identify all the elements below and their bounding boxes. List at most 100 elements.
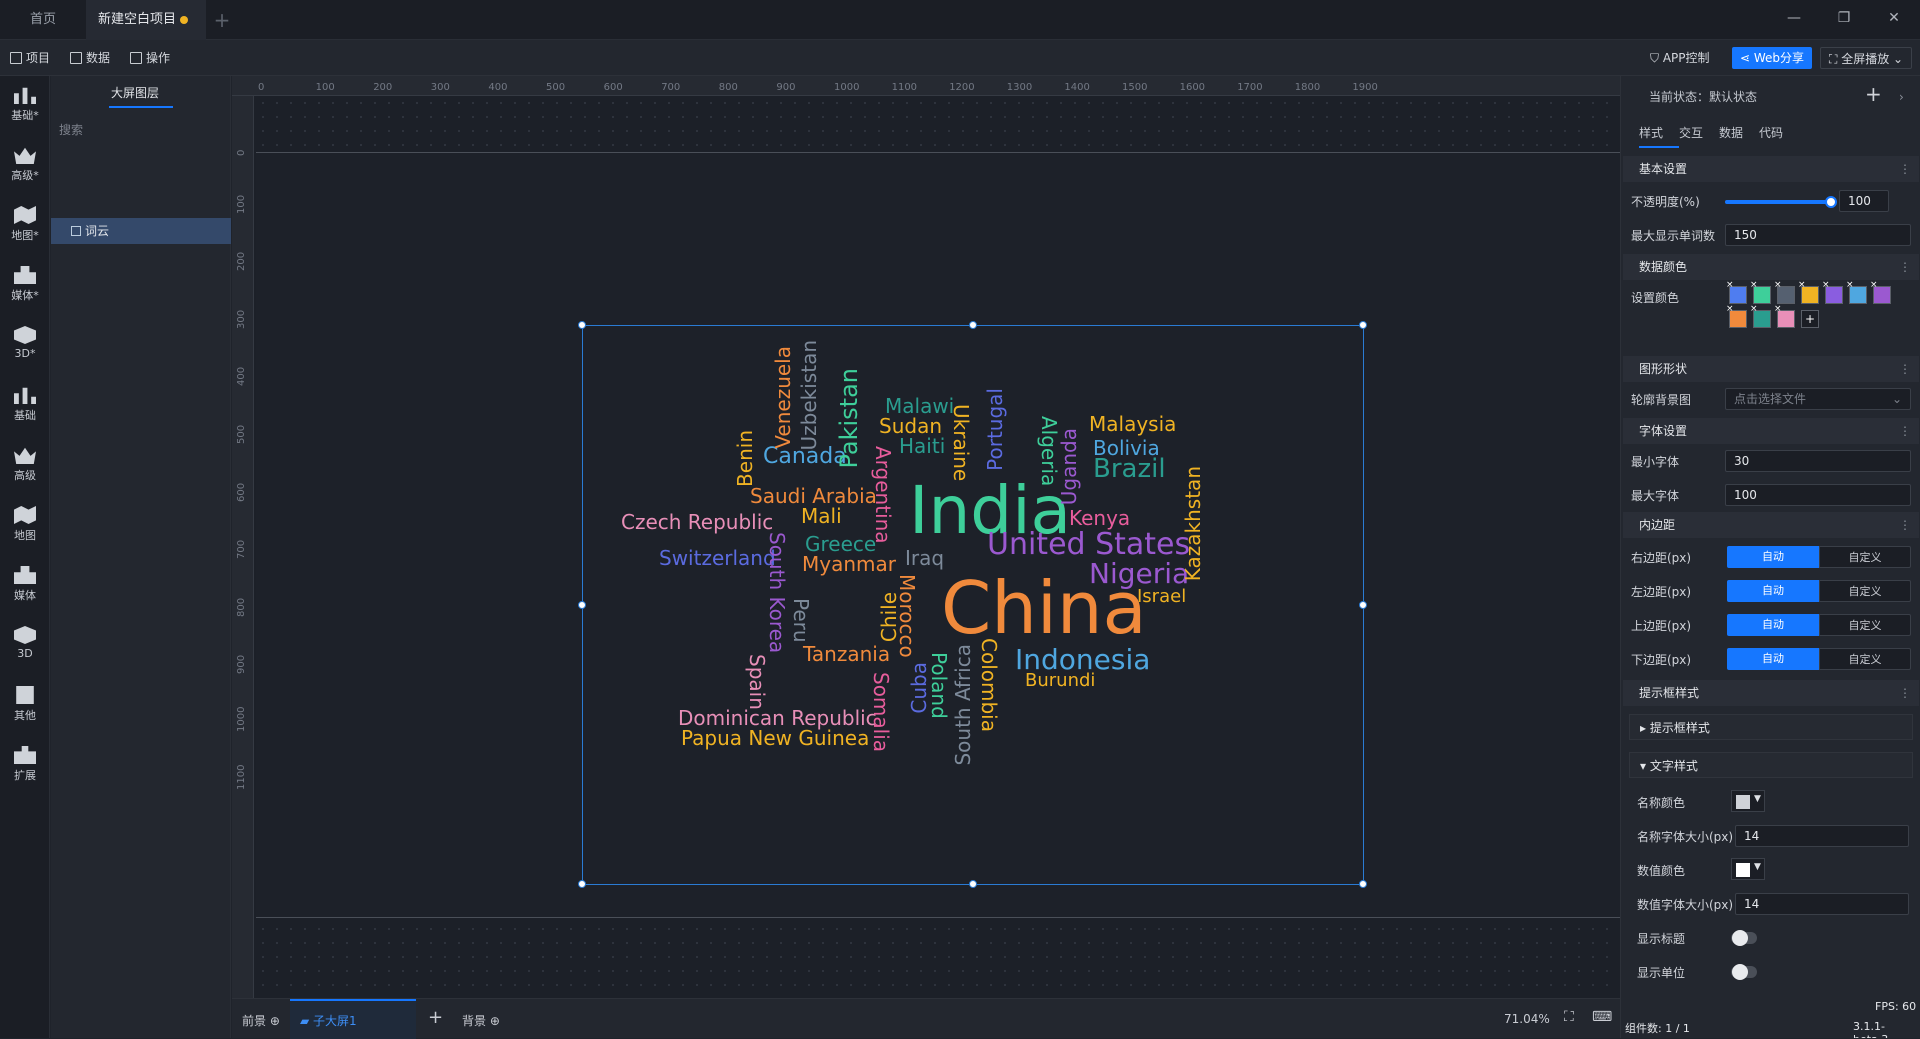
opacity-slider-thumb[interactable] (1825, 196, 1837, 208)
tab-style[interactable]: 样式 (1639, 124, 1663, 141)
foreground-tab[interactable]: 前景 ⊕ (242, 1012, 280, 1029)
operate-menu[interactable]: 操作 (130, 49, 170, 67)
add-sub-screen-icon[interactable]: + (428, 1007, 443, 1028)
subsection-text-style[interactable]: ▾ 文字样式 (1629, 752, 1913, 778)
remove-color-icon[interactable]: × (1774, 280, 1782, 290)
add-circle-icon[interactable]: ⊕ (490, 1014, 500, 1028)
padding-custom-button[interactable]: 自定义 (1819, 648, 1911, 670)
show-title-toggle[interactable] (1731, 930, 1757, 946)
web-share-button[interactable]: ⋖ Web分享 (1732, 47, 1813, 69)
app-control-button[interactable]: ⛉ APP控制 (1642, 47, 1718, 69)
color-swatch[interactable]: × (1774, 280, 1795, 304)
rail-item-map[interactable]: 地图 (0, 500, 50, 556)
color-swatch[interactable]: × (1798, 280, 1819, 304)
rail-item-advanced-star[interactable]: 高级* (0, 140, 50, 196)
fullscreen-play-button[interactable]: ⛶ 全屏播放 ⌄ (1820, 47, 1913, 69)
color-swatch[interactable]: × (1750, 304, 1771, 328)
screen-canvas[interactable]: India China United States Nigeria Indonesia B… (256, 152, 1620, 918)
min-font-input[interactable]: 30 (1725, 450, 1911, 472)
name-color-picker[interactable]: ▼ (1731, 790, 1765, 812)
remove-color-icon[interactable]: × (1726, 304, 1734, 314)
remove-color-icon[interactable]: × (1846, 280, 1854, 290)
data-menu[interactable]: 数据 (70, 49, 110, 67)
more-icon[interactable]: ⋮ (1899, 418, 1911, 444)
section-padding[interactable]: 内边距 ⋮ (1623, 512, 1919, 538)
rail-item-map-star[interactable]: 地图* (0, 200, 50, 256)
section-basic[interactable]: 基本设置 ⋮ (1623, 156, 1919, 182)
padding-auto-button[interactable]: 自动 (1727, 648, 1819, 670)
background-tab[interactable]: 背景 ⊕ (462, 1012, 500, 1029)
rail-item-basic[interactable]: 基础 (0, 380, 50, 436)
value-size-input[interactable]: 14 (1735, 893, 1909, 915)
layer-search-input[interactable]: 搜索 (59, 118, 223, 142)
padding-custom-button[interactable]: 自定义 (1819, 580, 1911, 602)
subsection-tooltip-style[interactable]: ▸ 提示框样式 (1629, 714, 1913, 740)
max-words-input[interactable]: 150 (1725, 224, 1911, 246)
rail-item-media[interactable]: 媒体 (0, 560, 50, 616)
chevron-right-icon[interactable]: › (1899, 90, 1904, 104)
color-swatch[interactable]: × (1870, 280, 1891, 304)
rail-item-basic-star[interactable]: 基础* (0, 80, 50, 136)
more-icon[interactable]: ⋮ (1899, 512, 1911, 538)
rail-item-other[interactable]: 其他 (0, 680, 50, 736)
add-circle-icon[interactable]: ⊕ (270, 1014, 280, 1028)
rail-item-media-star[interactable]: 媒体* (0, 260, 50, 316)
name-size-input[interactable]: 14 (1735, 825, 1909, 847)
max-font-input[interactable]: 100 (1725, 484, 1911, 506)
section-shape[interactable]: 图形形状 ⋮ (1623, 356, 1919, 382)
tab-project[interactable]: 新建空白项目 (86, 0, 206, 40)
remove-color-icon[interactable]: × (1822, 280, 1830, 290)
layer-item-wordcloud[interactable]: 词云 (51, 218, 231, 244)
padding-custom-button[interactable]: 自定义 (1819, 614, 1911, 636)
canvas-workspace[interactable]: 0 100 200 300 400 500 600 700 800 900 1000 1100 1200… (232, 76, 1620, 998)
remove-color-icon[interactable]: × (1750, 304, 1758, 314)
color-swatch[interactable]: × (1822, 280, 1843, 304)
remove-color-icon[interactable]: × (1870, 280, 1878, 290)
more-icon[interactable]: ⋮ (1899, 356, 1911, 382)
color-swatch[interactable]: × (1726, 304, 1747, 328)
more-icon[interactable]: ⋮ (1899, 156, 1911, 182)
minimize-icon[interactable]: — (1784, 8, 1804, 28)
tab-home[interactable]: 首页 (18, 0, 70, 40)
layer-panel-title[interactable]: 大屏图层 (111, 84, 159, 101)
remove-color-icon[interactable]: × (1726, 280, 1734, 290)
section-colors[interactable]: 数据颜色 ⋮ (1623, 254, 1919, 280)
opacity-slider-track[interactable] (1725, 196, 1837, 208)
tab-data[interactable]: 数据 (1719, 124, 1743, 141)
remove-color-icon[interactable]: × (1750, 280, 1758, 290)
section-tooltip[interactable]: 提示框样式 ⋮ (1623, 680, 1919, 706)
sub-screen-tab[interactable]: ▰ 子大屏1 (300, 1012, 357, 1029)
rail-item-extend[interactable]: 扩展 (0, 740, 50, 796)
current-state[interactable]: 当前状态：默认状态 (1649, 88, 1757, 105)
restore-icon[interactable]: ❐ (1834, 8, 1854, 28)
tab-code[interactable]: 代码 (1759, 124, 1783, 141)
zoom-level[interactable]: 71.04% (1504, 1012, 1550, 1026)
more-icon[interactable]: ⋮ (1899, 680, 1911, 706)
add-color-button[interactable]: + (1801, 310, 1819, 328)
show-unit-toggle[interactable] (1731, 964, 1757, 980)
wordcloud-component[interactable]: India China United States Nigeria Indonesia B… (578, 321, 1367, 888)
color-swatch[interactable]: × (1774, 304, 1795, 328)
rail-item-advanced[interactable]: 高级 (0, 440, 50, 496)
fit-screen-icon[interactable]: ⛶ (1564, 1009, 1574, 1025)
color-swatch[interactable]: × (1750, 280, 1771, 304)
project-menu[interactable]: 项目 (10, 49, 50, 67)
shape-bg-select[interactable]: 点击选择文件 ⌄ (1725, 388, 1911, 410)
padding-custom-button[interactable]: 自定义 (1819, 546, 1911, 568)
color-swatch[interactable]: × (1846, 280, 1867, 304)
padding-auto-button[interactable]: 自动 (1727, 614, 1819, 636)
padding-auto-button[interactable]: 自动 (1727, 546, 1819, 568)
rail-item-3d[interactable]: 3D (0, 620, 50, 676)
opacity-input[interactable]: 100 (1839, 190, 1889, 212)
keyboard-icon[interactable]: ⌨ (1592, 1009, 1612, 1025)
close-icon[interactable]: ✕ (1884, 8, 1904, 28)
value-color-picker[interactable]: ▼ (1731, 858, 1765, 880)
tab-interaction[interactable]: 交互 (1679, 124, 1703, 141)
add-tab-icon[interactable]: + (210, 8, 234, 32)
section-font[interactable]: 字体设置 ⋮ (1623, 418, 1919, 444)
remove-color-icon[interactable]: × (1798, 280, 1806, 290)
remove-color-icon[interactable]: × (1774, 304, 1782, 314)
padding-auto-button[interactable]: 自动 (1727, 580, 1819, 602)
more-icon[interactable]: ⋮ (1899, 254, 1911, 280)
add-state-icon[interactable]: + (1865, 82, 1882, 106)
